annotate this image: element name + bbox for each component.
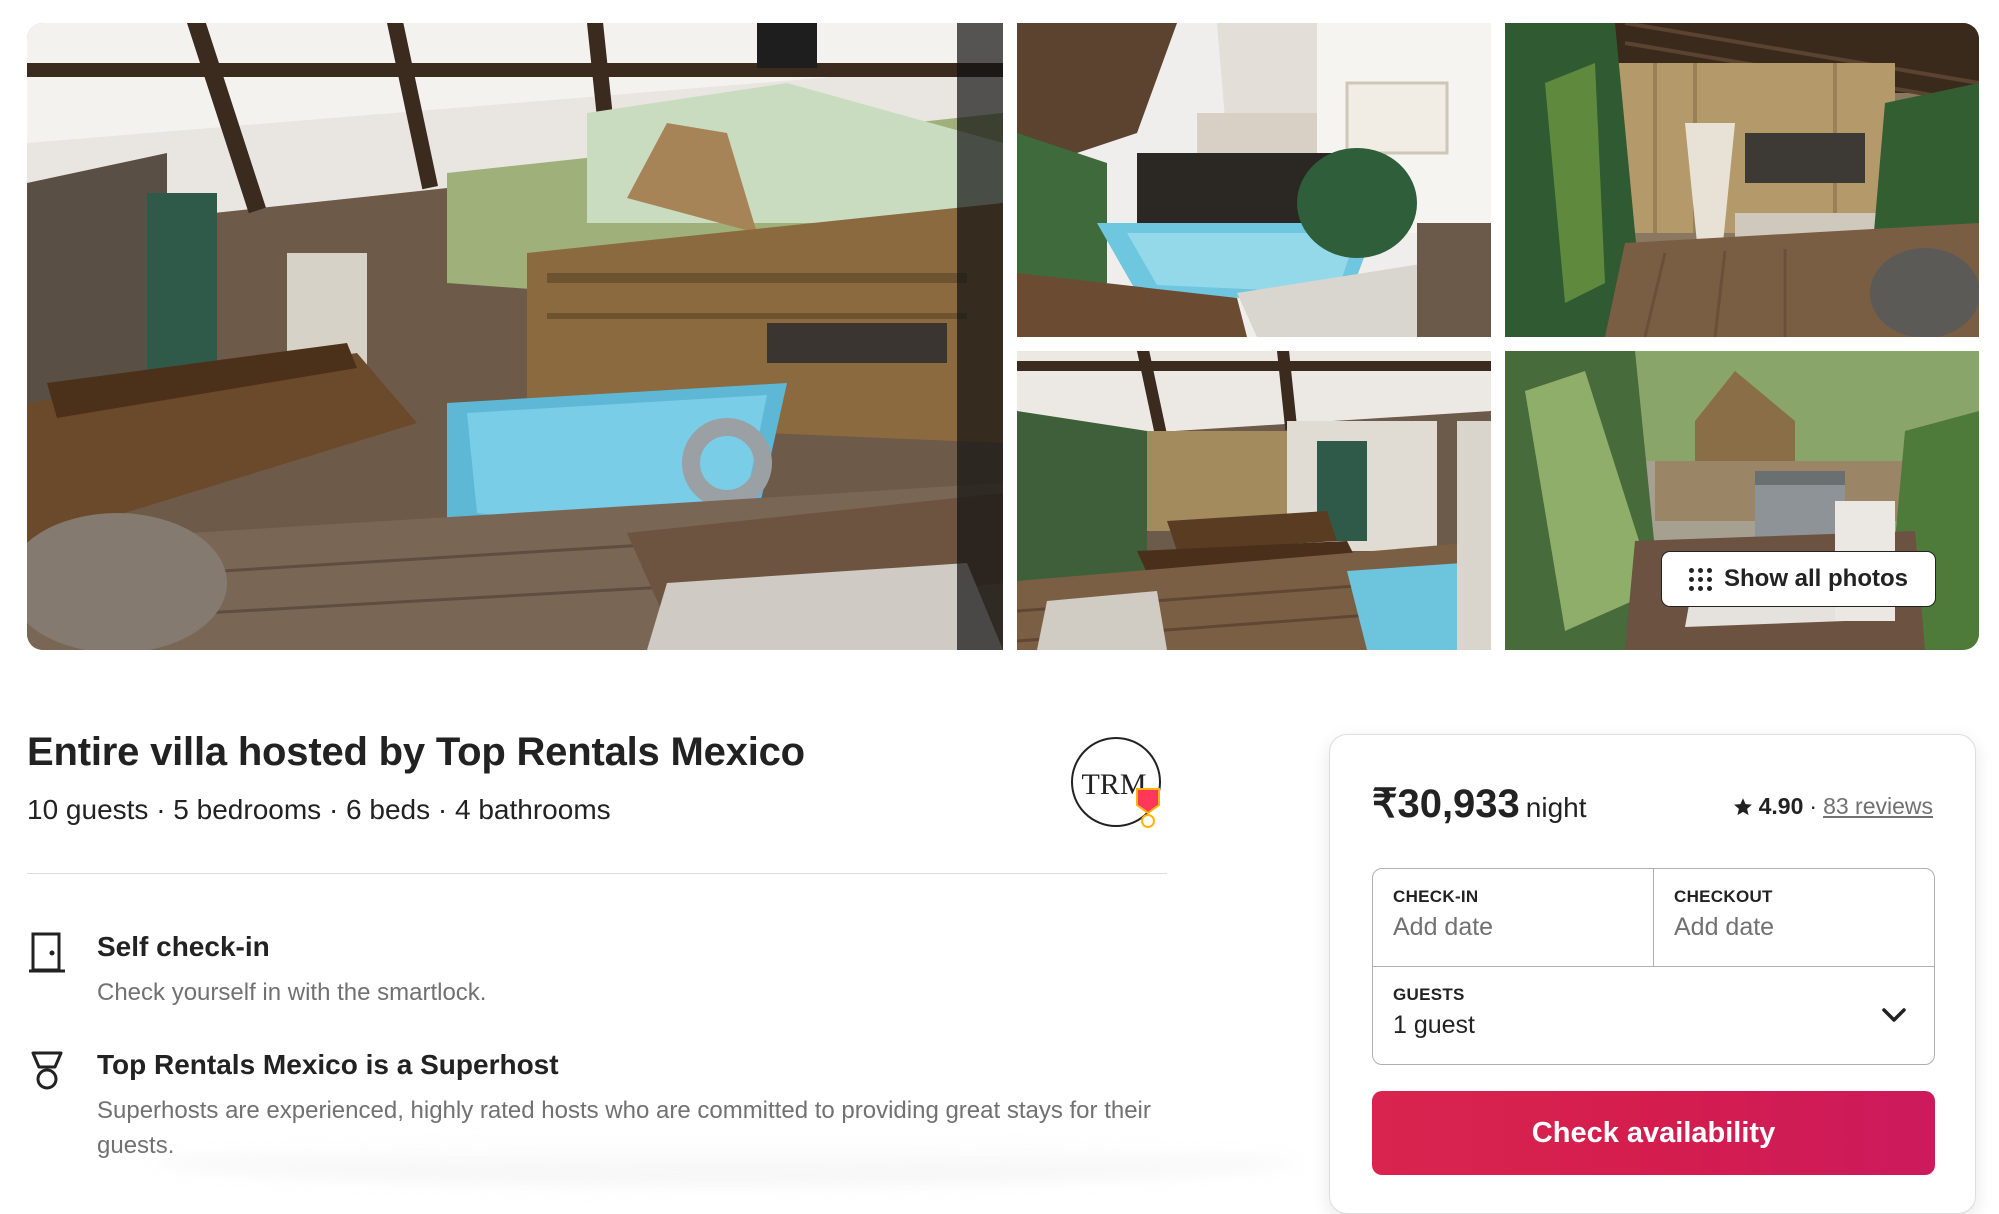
guests-select[interactable]: GUESTS 1 guest: [1373, 967, 1934, 1064]
guests-value: 1 guest: [1393, 1011, 1476, 1039]
chevron-down-icon: [1882, 1008, 1906, 1022]
reviews-link[interactable]: 83 reviews: [1823, 793, 1933, 820]
nightly-price: ₹30,933 night: [1372, 781, 1587, 827]
checkout-field[interactable]: CHECKOUT Add date: [1654, 869, 1934, 967]
price-amount: ₹30,933: [1372, 782, 1520, 826]
listing-title: Entire villa hosted by Top Rentals Mexic…: [27, 730, 805, 774]
section-divider: [27, 873, 1167, 874]
feature-title: Self check-in: [97, 931, 270, 962]
superhost-medal-icon: [27, 1049, 67, 1093]
superhost-badge-icon: [1136, 788, 1160, 828]
checkin-value: Add date: [1393, 913, 1494, 941]
booking-card: ₹30,933 night 4.90 · 83 reviews CHECK-IN …: [1329, 734, 1976, 1214]
checkin-field[interactable]: CHECK-IN Add date: [1373, 869, 1654, 967]
checkout-value: Add date: [1674, 913, 1775, 941]
listing-details: 10 guests · 5 bedrooms · 6 beds · 4 bath…: [27, 794, 611, 825]
grid-dots-icon: [1689, 567, 1712, 591]
checkin-label: CHECK-IN: [1393, 887, 1479, 906]
show-all-photos-button[interactable]: Show all photos: [1661, 551, 1936, 607]
guests-label: GUESTS: [1393, 985, 1465, 1004]
feature-title: Top Rentals Mexico is a Superhost: [97, 1049, 559, 1080]
photo-dining-terrace[interactable]: [1017, 351, 1491, 650]
host-avatar[interactable]: TRM: [1070, 736, 1165, 831]
door-icon: [27, 931, 67, 975]
photo-hammock-patio[interactable]: [1505, 23, 1979, 337]
photo-main-pool-patio[interactable]: [27, 23, 1003, 650]
bottom-shadow: [150, 1140, 1300, 1185]
rating-separator: ·: [1809, 793, 1818, 819]
feature-description: Check yourself in with the smartlock.: [97, 979, 487, 1006]
checkout-label: CHECKOUT: [1674, 887, 1773, 906]
photo-gallery: Show all photos: [27, 23, 1979, 650]
rating-summary: 4.90 · 83 reviews: [1733, 793, 1933, 820]
photo-pool-courtyard[interactable]: [1017, 23, 1491, 337]
rating-score: 4.90: [1758, 793, 1804, 819]
price-unit: night: [1525, 792, 1587, 823]
reservation-picker: CHECK-IN Add date CHECKOUT Add date GUES…: [1372, 868, 1935, 1065]
star-icon: [1733, 797, 1752, 815]
show-all-photos-label: Show all photos: [1724, 565, 1908, 592]
check-availability-button[interactable]: Check availability: [1372, 1091, 1935, 1175]
